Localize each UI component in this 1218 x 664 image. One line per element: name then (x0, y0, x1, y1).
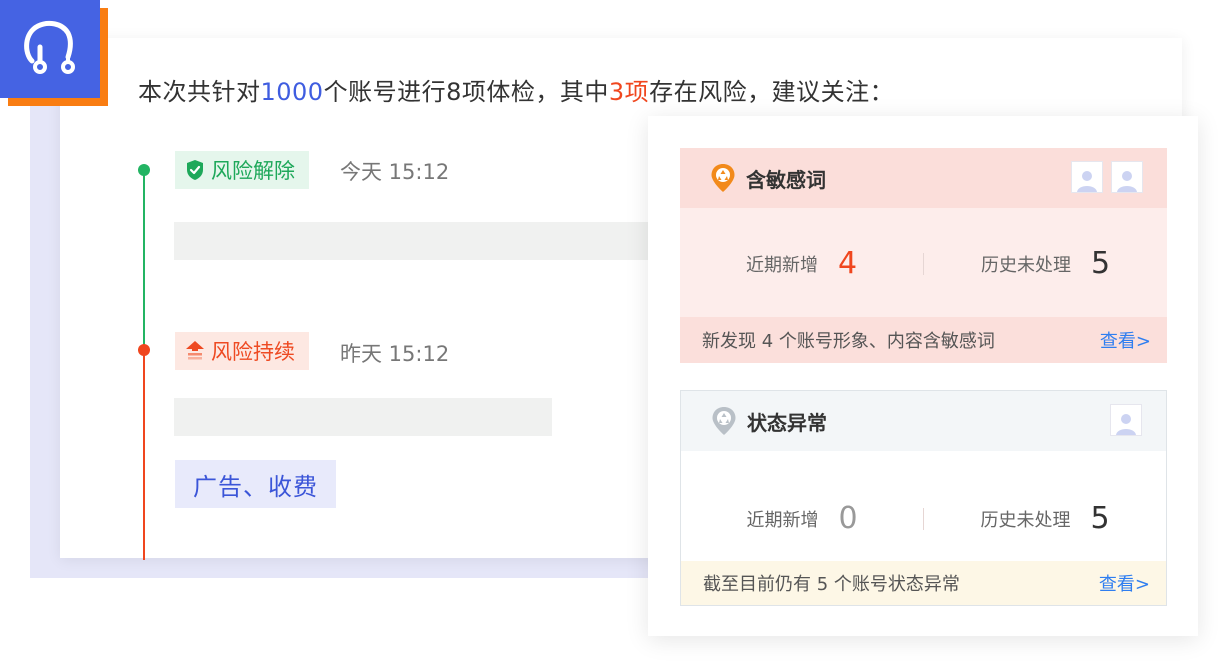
stethoscope-icon (24, 20, 75, 74)
user-avatar-icon[interactable] (1071, 161, 1103, 193)
card-header: 含敏感词 (680, 148, 1167, 208)
stat-history: 历史未处理 5 (924, 501, 1166, 536)
card-footer: 新发现 4 个账号形象、内容含敏感词 查看> (680, 317, 1167, 363)
status-badge-resolved: 风险解除 (175, 151, 309, 189)
stat-history-label: 历史未处理 (980, 509, 1071, 531)
stat-history-label: 历史未处理 (980, 254, 1071, 276)
content-placeholder (174, 222, 654, 260)
user-avatar-icon[interactable] (1111, 161, 1143, 193)
timeline-dot-continuing (138, 344, 150, 356)
arrow-up-layers-icon (186, 341, 204, 360)
card-footer-text: 新发现 4 个账号形象、内容含敏感词 (702, 331, 995, 352)
user-avatar-icon[interactable] (1110, 404, 1142, 436)
risk-card-status-abnormal: 状态异常 近期新增 0 历史未处理 5 截至目前仍有 5 个账号状态异常 查看> (680, 390, 1167, 606)
hazard-pin-grey-icon (711, 406, 737, 436)
card-footer: 截至目前仍有 5 个账号状态异常 查看> (681, 561, 1166, 605)
card-stats: 近期新增 0 历史未处理 5 (681, 501, 1166, 536)
summary-suffix: 存在风险，建议关注： (649, 78, 895, 106)
risk-tag[interactable]: 广告、收费 (175, 460, 336, 508)
timeline-line-continuing (143, 350, 145, 560)
risk-count: 3项 (608, 78, 650, 106)
status-badge-continuing: 风险持续 (175, 332, 309, 370)
card-footer-text: 截至目前仍有 5 个账号状态异常 (703, 574, 960, 595)
stat-recent-label: 近期新增 (745, 254, 818, 276)
view-link[interactable]: 查看> (1099, 570, 1150, 596)
risk-card-sensitive-words: 含敏感词 近期新增 4 历史未处理 5 新发现 4 个账号形象、内容含敏感词 查… (680, 148, 1167, 363)
summary-middle: 个账号进行8项体检，其中 (323, 78, 609, 106)
timestamp-resolved: 今天 15:12 (340, 160, 450, 184)
stat-recent-value: 0 (838, 501, 858, 536)
avatar-group (1071, 161, 1143, 193)
stat-recent: 近期新增 0 (681, 501, 923, 536)
hazard-pin-icon (710, 163, 736, 193)
avatar-group (1110, 404, 1142, 436)
stat-history-value: 5 (1090, 246, 1111, 281)
card-title: 状态异常 (747, 410, 827, 435)
stat-history-value: 5 (1090, 501, 1110, 536)
logo (0, 0, 100, 98)
summary-text: 本次共针对1000个账号进行8项体检，其中3项存在风险，建议关注： (138, 72, 894, 107)
shield-check-icon (187, 160, 203, 180)
timestamp-continuing: 昨天 15:12 (340, 342, 450, 366)
account-count: 1000 (260, 78, 324, 106)
card-stats: 近期新增 4 历史未处理 5 (680, 246, 1167, 281)
status-label-resolved: 风险解除 (211, 159, 295, 183)
summary-prefix: 本次共针对 (138, 78, 261, 106)
stat-recent-label: 近期新增 (746, 509, 819, 531)
stat-history: 历史未处理 5 (924, 246, 1167, 281)
card-header: 状态异常 (681, 391, 1166, 451)
status-label-continuing: 风险持续 (211, 340, 295, 364)
content-placeholder (174, 398, 552, 436)
timeline-line-resolved (143, 170, 145, 350)
timeline-dot-resolved (138, 164, 150, 176)
card-title: 含敏感词 (746, 167, 826, 192)
view-link[interactable]: 查看> (1100, 327, 1151, 353)
stat-recent: 近期新增 4 (680, 246, 923, 281)
stat-recent-value: 4 (837, 246, 858, 281)
